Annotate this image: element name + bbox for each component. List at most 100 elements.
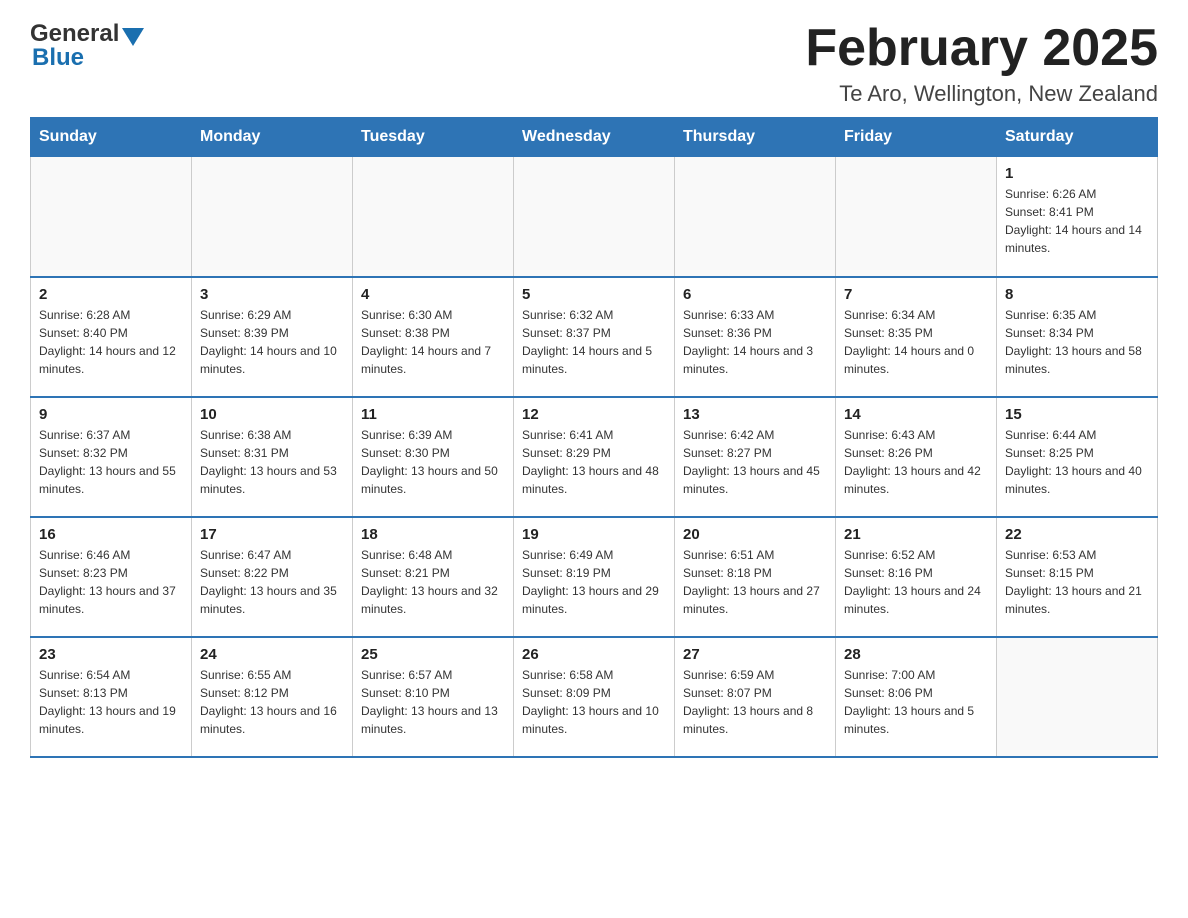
day-info: Sunrise: 6:52 AM Sunset: 8:16 PM Dayligh… <box>844 546 988 618</box>
day-info: Sunrise: 6:55 AM Sunset: 8:12 PM Dayligh… <box>200 666 344 738</box>
calendar-day-cell: 6 Sunrise: 6:33 AM Sunset: 8:36 PM Daylig… <box>675 277 836 397</box>
day-info: Sunrise: 6:41 AM Sunset: 8:29 PM Dayligh… <box>522 426 666 498</box>
day-number: 23 <box>39 646 183 663</box>
day-info: Sunrise: 6:58 AM Sunset: 8:09 PM Dayligh… <box>522 666 666 738</box>
day-info: Sunrise: 6:54 AM Sunset: 8:13 PM Dayligh… <box>39 666 183 738</box>
day-info: Sunrise: 6:29 AM Sunset: 8:39 PM Dayligh… <box>200 306 344 378</box>
calendar-day-cell: 22Sunrise: 6:53 AM Sunset: 8:15 PM Dayli… <box>997 517 1158 637</box>
calendar-day-cell: 18 Sunrise: 6:48 AM Sunset: 8:21 PM Dayli… <box>353 517 514 637</box>
logo-triangle-icon <box>122 28 144 46</box>
calendar-day-cell: 28 Sunrise: 7:00 AM Sunset: 8:06 PM Dayli… <box>836 637 997 757</box>
day-number: 6 <box>683 286 827 303</box>
day-number: 21 <box>844 526 988 543</box>
day-number: 15 <box>1005 406 1149 423</box>
day-number: 28 <box>844 646 988 663</box>
month-title: February 2025 <box>805 20 1158 77</box>
calendar-body: 1 Sunrise: 6:26 AM Sunset: 8:41 PM Daylig… <box>31 157 1158 757</box>
day-number: 12 <box>522 406 666 423</box>
day-number: 2 <box>39 286 183 303</box>
calendar-day-cell <box>675 157 836 277</box>
calendar-day-cell: 21 Sunrise: 6:52 AM Sunset: 8:16 PM Dayli… <box>836 517 997 637</box>
calendar-day-cell: 4 Sunrise: 6:30 AM Sunset: 8:38 PM Daylig… <box>353 277 514 397</box>
day-number: 1 <box>1005 165 1149 182</box>
day-info: Sunrise: 6:32 AM Sunset: 8:37 PM Dayligh… <box>522 306 666 378</box>
day-info: Sunrise: 6:43 AM Sunset: 8:26 PM Dayligh… <box>844 426 988 498</box>
calendar-day-cell: 13Sunrise: 6:42 AM Sunset: 8:27 PM Dayli… <box>675 397 836 517</box>
logo: General Blue <box>30 20 144 72</box>
day-number: 19 <box>522 526 666 543</box>
day-number: 25 <box>361 646 505 663</box>
calendar-week-row: 1 Sunrise: 6:26 AM Sunset: 8:41 PM Daylig… <box>31 157 1158 277</box>
calendar-day-cell: 3 Sunrise: 6:29 AM Sunset: 8:39 PM Daylig… <box>192 277 353 397</box>
calendar-day-cell: 27Sunrise: 6:59 AM Sunset: 8:07 PM Dayli… <box>675 637 836 757</box>
day-number: 8 <box>1005 286 1149 303</box>
calendar-week-row: 2 Sunrise: 6:28 AM Sunset: 8:40 PM Daylig… <box>31 277 1158 397</box>
day-info: Sunrise: 6:26 AM Sunset: 8:41 PM Dayligh… <box>1005 185 1149 257</box>
day-info: Sunrise: 6:37 AM Sunset: 8:32 PM Dayligh… <box>39 426 183 498</box>
calendar-day-cell <box>31 157 192 277</box>
calendar-day-cell: 10 Sunrise: 6:38 AM Sunset: 8:31 PM Dayli… <box>192 397 353 517</box>
day-info: Sunrise: 6:38 AM Sunset: 8:31 PM Dayligh… <box>200 426 344 498</box>
calendar-day-cell: 8Sunrise: 6:35 AM Sunset: 8:34 PM Daylig… <box>997 277 1158 397</box>
day-info: Sunrise: 6:33 AM Sunset: 8:36 PM Dayligh… <box>683 306 827 378</box>
calendar-day-cell: 20Sunrise: 6:51 AM Sunset: 8:18 PM Dayli… <box>675 517 836 637</box>
calendar-week-row: 16 Sunrise: 6:46 AM Sunset: 8:23 PM Dayli… <box>31 517 1158 637</box>
day-info: Sunrise: 6:34 AM Sunset: 8:35 PM Dayligh… <box>844 306 988 378</box>
day-number: 17 <box>200 526 344 543</box>
calendar-day-cell: 26 Sunrise: 6:58 AM Sunset: 8:09 PM Dayli… <box>514 637 675 757</box>
day-number: 18 <box>361 526 505 543</box>
calendar-day-cell <box>836 157 997 277</box>
calendar-day-cell: 5 Sunrise: 6:32 AM Sunset: 8:37 PM Daylig… <box>514 277 675 397</box>
calendar-day-cell: 1 Sunrise: 6:26 AM Sunset: 8:41 PM Daylig… <box>997 157 1158 277</box>
day-number: 5 <box>522 286 666 303</box>
calendar-day-cell: 11Sunrise: 6:39 AM Sunset: 8:30 PM Dayli… <box>353 397 514 517</box>
day-number: 3 <box>200 286 344 303</box>
day-of-week-header: Thursday <box>675 118 836 157</box>
calendar-day-cell: 7 Sunrise: 6:34 AM Sunset: 8:35 PM Daylig… <box>836 277 997 397</box>
calendar-week-row: 9 Sunrise: 6:37 AM Sunset: 8:32 PM Daylig… <box>31 397 1158 517</box>
day-info: Sunrise: 6:59 AM Sunset: 8:07 PM Dayligh… <box>683 666 827 738</box>
day-of-week-header: Friday <box>836 118 997 157</box>
calendar-day-cell: 15 Sunrise: 6:44 AM Sunset: 8:25 PM Dayli… <box>997 397 1158 517</box>
day-number: 14 <box>844 406 988 423</box>
day-info: Sunrise: 6:28 AM Sunset: 8:40 PM Dayligh… <box>39 306 183 378</box>
day-of-week-header: Tuesday <box>353 118 514 157</box>
calendar-day-cell: 16 Sunrise: 6:46 AM Sunset: 8:23 PM Dayli… <box>31 517 192 637</box>
calendar-table: SundayMondayTuesdayWednesdayThursdayFrid… <box>30 117 1158 758</box>
calendar-week-row: 23 Sunrise: 6:54 AM Sunset: 8:13 PM Dayli… <box>31 637 1158 757</box>
day-info: Sunrise: 6:46 AM Sunset: 8:23 PM Dayligh… <box>39 546 183 618</box>
day-of-week-header: Monday <box>192 118 353 157</box>
days-header-row: SundayMondayTuesdayWednesdayThursdayFrid… <box>31 118 1158 157</box>
location-subtitle: Te Aro, Wellington, New Zealand <box>805 81 1158 107</box>
calendar-day-cell: 23 Sunrise: 6:54 AM Sunset: 8:13 PM Dayli… <box>31 637 192 757</box>
calendar-day-cell: 19Sunrise: 6:49 AM Sunset: 8:19 PM Dayli… <box>514 517 675 637</box>
day-number: 24 <box>200 646 344 663</box>
calendar-header: SundayMondayTuesdayWednesdayThursdayFrid… <box>31 118 1158 157</box>
day-of-week-header: Saturday <box>997 118 1158 157</box>
calendar-day-cell <box>997 637 1158 757</box>
calendar-day-cell <box>353 157 514 277</box>
day-info: Sunrise: 6:30 AM Sunset: 8:38 PM Dayligh… <box>361 306 505 378</box>
calendar-day-cell: 17 Sunrise: 6:47 AM Sunset: 8:22 PM Dayli… <box>192 517 353 637</box>
day-info: Sunrise: 6:48 AM Sunset: 8:21 PM Dayligh… <box>361 546 505 618</box>
day-info: Sunrise: 6:42 AM Sunset: 8:27 PM Dayligh… <box>683 426 827 498</box>
day-number: 9 <box>39 406 183 423</box>
day-info: Sunrise: 6:51 AM Sunset: 8:18 PM Dayligh… <box>683 546 827 618</box>
day-number: 10 <box>200 406 344 423</box>
day-number: 22 <box>1005 526 1149 543</box>
calendar-day-cell: 2 Sunrise: 6:28 AM Sunset: 8:40 PM Daylig… <box>31 277 192 397</box>
day-number: 7 <box>844 286 988 303</box>
calendar-day-cell <box>514 157 675 277</box>
calendar-day-cell: 25Sunrise: 6:57 AM Sunset: 8:10 PM Dayli… <box>353 637 514 757</box>
day-number: 16 <box>39 526 183 543</box>
day-info: Sunrise: 6:44 AM Sunset: 8:25 PM Dayligh… <box>1005 426 1149 498</box>
day-number: 4 <box>361 286 505 303</box>
calendar-day-cell: 24 Sunrise: 6:55 AM Sunset: 8:12 PM Dayli… <box>192 637 353 757</box>
calendar-day-cell: 12 Sunrise: 6:41 AM Sunset: 8:29 PM Dayli… <box>514 397 675 517</box>
day-info: Sunrise: 6:47 AM Sunset: 8:22 PM Dayligh… <box>200 546 344 618</box>
day-info: Sunrise: 7:00 AM Sunset: 8:06 PM Dayligh… <box>844 666 988 738</box>
day-of-week-header: Wednesday <box>514 118 675 157</box>
day-number: 26 <box>522 646 666 663</box>
calendar-day-cell: 9 Sunrise: 6:37 AM Sunset: 8:32 PM Daylig… <box>31 397 192 517</box>
calendar-day-cell: 14 Sunrise: 6:43 AM Sunset: 8:26 PM Dayli… <box>836 397 997 517</box>
